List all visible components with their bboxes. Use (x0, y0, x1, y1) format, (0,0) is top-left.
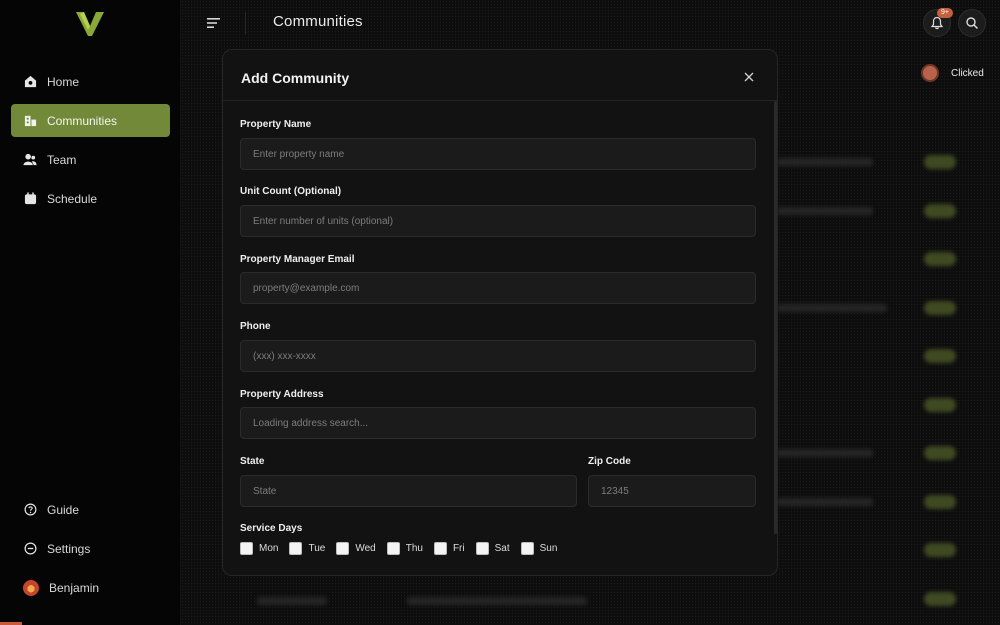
modal-scrollbar[interactable] (774, 101, 777, 534)
status-badge (924, 398, 956, 412)
day-tue-checkbox[interactable] (289, 542, 303, 555)
sidebar-item-label: Team (47, 152, 77, 167)
unit-count-input[interactable] (240, 205, 756, 237)
day-mon[interactable]: Mon (240, 542, 278, 555)
sidebar-item-communities[interactable]: Communities (11, 104, 170, 137)
address-label: Property Address (240, 389, 324, 400)
sidebar-item-label: Guide (47, 502, 80, 517)
day-wed-checkbox[interactable] (336, 542, 350, 555)
close-icon[interactable] (743, 71, 755, 83)
logo-icon (76, 12, 104, 36)
state-label: State (240, 456, 265, 467)
modal-title: Add Community (241, 70, 350, 86)
building-icon (23, 114, 37, 128)
sidebar-bottom: Guide Settings Benjamin (11, 493, 170, 604)
day-mon-checkbox[interactable] (240, 542, 253, 555)
help-circle-icon (23, 503, 37, 517)
sidebar-item-label: Schedule (47, 191, 98, 206)
status-badge (924, 155, 956, 169)
app-root: Home Communities Team Schedule Guide Set… (0, 0, 1000, 625)
manager-email-input[interactable] (240, 272, 756, 304)
status-badge (924, 495, 956, 509)
status-badge (924, 446, 956, 460)
topbar-divider (245, 12, 246, 34)
team-icon (23, 153, 37, 167)
add-community-modal: Add Community Property Name Unit Count (… (222, 49, 778, 576)
user-name: Benjamin (49, 580, 100, 595)
zip-input[interactable] (588, 475, 756, 507)
property-name-input[interactable] (240, 138, 756, 170)
sidebar-item-label: Settings (47, 541, 91, 556)
day-thu[interactable]: Thu (386, 542, 423, 555)
sidebar-item-home[interactable]: Home (11, 65, 170, 98)
day-tue[interactable]: Tue (289, 542, 325, 555)
status-badge (924, 252, 956, 266)
sidebar-item-guide[interactable]: Guide (11, 493, 170, 526)
clicked-label: Clicked (951, 67, 984, 79)
state-input[interactable] (240, 475, 577, 507)
sidebar-item-label: Home (47, 74, 80, 89)
sidebar-nav: Home Communities Team Schedule (11, 65, 170, 221)
service-days-label: Service Days (240, 523, 303, 534)
search-button[interactable] (958, 9, 986, 37)
phone-label: Phone (240, 321, 271, 332)
day-thu-checkbox[interactable] (386, 542, 400, 555)
click-dot-icon (921, 64, 939, 82)
day-sun[interactable]: Sun (520, 542, 557, 555)
user-profile[interactable]: Benjamin (11, 571, 170, 604)
day-sat-checkbox[interactable] (475, 542, 489, 555)
day-fri-checkbox[interactable] (433, 542, 447, 555)
notifications-button[interactable]: 9+ (923, 8, 953, 37)
avatar (23, 579, 39, 596)
zip-label: Zip Code (588, 456, 631, 467)
topbar: Communities 9+ (181, 0, 1000, 48)
page-title: Communities (273, 13, 363, 30)
phone-input[interactable] (240, 340, 756, 372)
calendar-icon (23, 192, 37, 206)
sidebar: Home Communities Team Schedule Guide Set… (0, 0, 181, 625)
day-fri[interactable]: Fri (433, 542, 465, 555)
bell-icon (930, 16, 944, 30)
menu-icon[interactable] (205, 14, 223, 32)
clicked-indicator: Clicked (921, 64, 984, 82)
search-icon (966, 17, 979, 30)
sidebar-item-schedule[interactable]: Schedule (11, 182, 170, 215)
home-icon (23, 75, 37, 89)
sidebar-item-label: Communities (47, 113, 118, 128)
status-badge (924, 349, 956, 363)
sidebar-item-settings[interactable]: Settings (11, 532, 170, 565)
sidebar-item-team[interactable]: Team (11, 143, 170, 176)
property-name-label: Property Name (240, 119, 312, 130)
status-badge (924, 301, 956, 315)
settings-icon (23, 542, 37, 556)
notification-badge: 9+ (937, 8, 953, 18)
address-input[interactable] (240, 407, 756, 439)
day-wed[interactable]: Wed (336, 542, 376, 555)
day-sat[interactable]: Sat (475, 542, 510, 555)
manager-email-label: Property Manager Email (240, 254, 355, 265)
unit-count-label: Unit Count (Optional) (240, 186, 342, 197)
status-badge (924, 204, 956, 218)
day-sun-checkbox[interactable] (520, 542, 534, 555)
status-badge (924, 543, 956, 557)
service-days-group: Mon Tue Wed Thu Fri Sat Sun (240, 542, 568, 555)
table-row (257, 594, 677, 608)
status-badge (924, 592, 956, 606)
modal-header: Add Community (223, 50, 777, 101)
